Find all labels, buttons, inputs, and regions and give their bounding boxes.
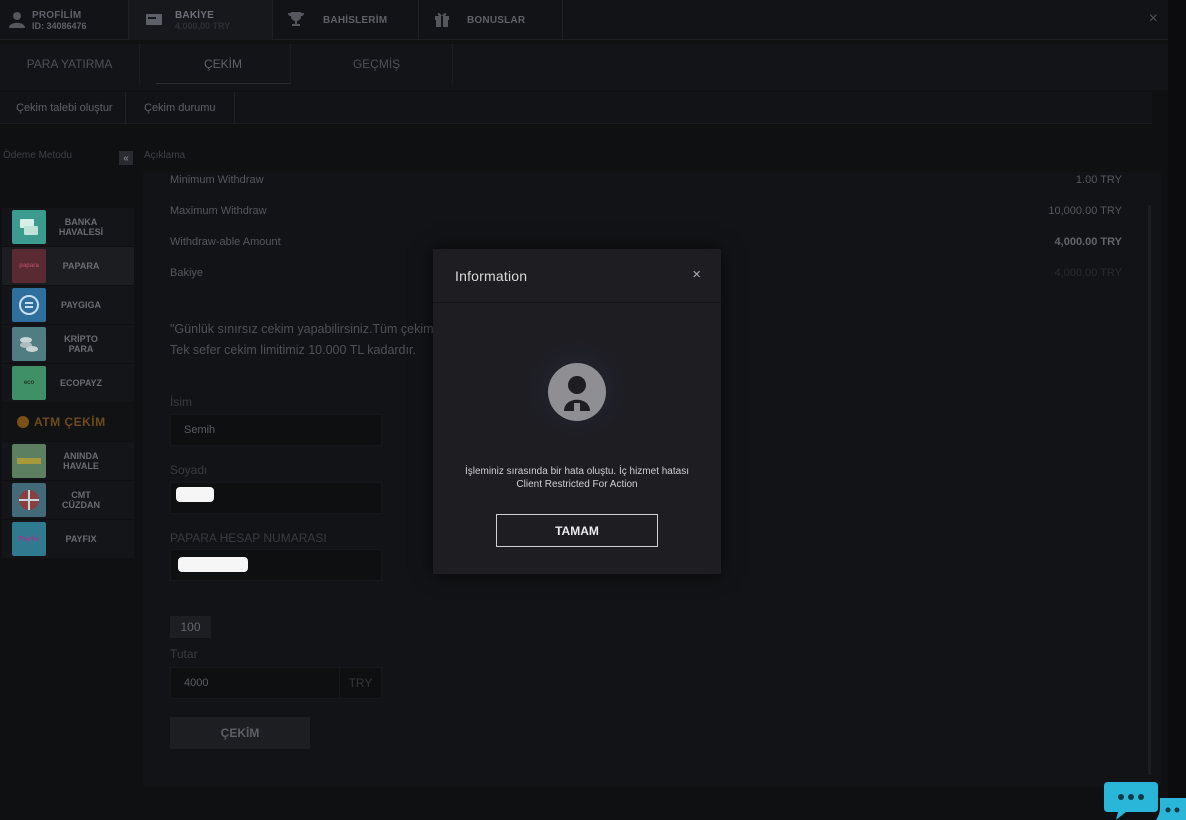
close-icon[interactable]: × <box>692 266 701 283</box>
limit-note: "Günlük sınırsız cekim yapabilirsiniz.Tü… <box>170 319 440 361</box>
coins-icon <box>20 337 38 352</box>
ok-button[interactable]: TAMAM <box>496 514 658 547</box>
close-icon[interactable]: × <box>1149 10 1158 28</box>
globe-icon <box>19 490 39 510</box>
method-label: CMT CÜZDAN <box>62 490 100 510</box>
max-withdraw-row: Maximum Withdraw 10,000.00 TRY <box>170 205 1122 217</box>
tab-balance[interactable]: BAKİYE 4.000,00 TRY <box>129 0 273 40</box>
amount-label: Tutar <box>170 647 198 661</box>
alert-avatar-icon <box>548 363 606 421</box>
gift-icon <box>435 12 449 27</box>
min-withdraw-value: 1.00 TRY <box>1075 174 1122 186</box>
balance-value: 4.000,00 TRY <box>175 20 231 31</box>
method-instant-transfer[interactable]: ANINDA HAVALE <box>2 442 134 481</box>
right-edge <box>1168 0 1186 820</box>
payment-method-list: BANKA HAVALESİ papara PAPARA PAYGIGA KRİ… <box>2 208 134 559</box>
min-withdraw-row: Minimum Withdraw 1.00 TRY <box>170 174 1122 186</box>
name-label: İsim <box>170 395 192 409</box>
tab-bets[interactable]: BAHİSLERİM <box>273 0 419 40</box>
wallet-icon <box>146 14 162 25</box>
crypto-logo <box>12 327 46 361</box>
bank-transfer-logo <box>12 210 46 244</box>
account-number-label: PAPARA HESAP NUMARASI <box>170 531 327 545</box>
tab-history[interactable]: GEÇMİŞ <box>301 44 453 84</box>
tab-deposit[interactable]: PARA YATIRMA <box>0 44 140 84</box>
user-icon <box>9 12 25 28</box>
ecopayz-logo: eco <box>12 366 46 400</box>
description-header: Açıklama <box>144 150 186 161</box>
limit-note-line-2: Tek sefer cekim limitimiz 10.000 TL kada… <box>170 343 416 357</box>
trophy-icon <box>288 12 304 26</box>
min-withdraw-label: Minimum Withdraw <box>170 174 264 186</box>
method-atm[interactable]: ATM ÇEKİM <box>2 403 134 442</box>
tab-bonuses-label: BONUSLAR <box>467 14 526 26</box>
cmt-wallet-logo <box>12 483 46 517</box>
method-cmt-wallet[interactable]: CMT CÜZDAN <box>2 481 134 520</box>
tab-withdraw[interactable]: ÇEKİM <box>156 44 291 84</box>
money-transfer-icon <box>20 219 38 235</box>
user-id: ID: 34086476 <box>32 20 87 31</box>
method-label: ATM ÇEKİM <box>34 415 106 429</box>
withdraw-button[interactable]: ÇEKİM <box>170 717 310 749</box>
withdraw-subtabs: Çekim talebi oluştur Çekim durumu <box>0 92 1152 124</box>
tab-bets-label: BAHİSLERİM <box>323 14 388 26</box>
withdraw-tabs: PARA YATIRMA ÇEKİM GEÇMİŞ <box>0 44 1168 90</box>
tab-request-status[interactable]: Çekim durumu <box>126 92 235 124</box>
tab-balance-label: BAKİYE <box>175 9 214 21</box>
method-ecopayz[interactable]: eco ECOPAYZ <box>2 364 134 403</box>
instant-transfer-icon <box>17 458 41 464</box>
dialog-message: İşleminiz sırasında bir hata oluştu. İç … <box>465 466 689 490</box>
withdrawable-value: 4,000.00 TRY <box>1054 236 1122 248</box>
max-withdraw-label: Maximum Withdraw <box>170 205 267 217</box>
atm-coin-icon <box>17 416 29 428</box>
payment-method-header: Ödeme Metodu <box>3 150 72 161</box>
name-field[interactable]: Semih <box>170 414 382 446</box>
limit-note-line-1: "Günlük sınırsız cekim yapabilirsiniz.Tü… <box>170 322 434 336</box>
quick-amount-chip[interactable]: 100 <box>170 616 211 638</box>
top-nav: PROFİLİM ID: 34086476 BAKİYE 4.000,00 TR… <box>0 0 1168 40</box>
method-payfix[interactable]: Payfix PAYFIX <box>2 520 134 559</box>
method-label: PAYGIGA <box>60 300 101 310</box>
redaction-mark <box>178 557 248 572</box>
method-crypto[interactable]: KRİPTO PARA <box>2 325 134 364</box>
scrollbar[interactable] <box>1148 205 1151 775</box>
tab-create-request[interactable]: Çekim talebi oluştur <box>0 92 126 124</box>
instant-transfer-logo <box>12 444 46 478</box>
balance-amount: 4,000.00 TRY <box>1054 267 1122 279</box>
papara-logo: papara <box>12 249 46 283</box>
paygiga-icon <box>19 295 39 315</box>
dialog-header: Information <box>433 249 721 303</box>
withdrawable-label: Withdraw-able Amount <box>170 236 281 248</box>
dialog-title: Information <box>455 267 528 284</box>
surname-label: Soyadı <box>170 463 208 477</box>
paygiga-logo <box>12 288 46 322</box>
balance-label: Bakiye <box>170 267 204 279</box>
amount-value[interactable]: 4000 <box>171 668 339 698</box>
method-paygiga[interactable]: PAYGIGA <box>2 286 134 325</box>
information-dialog: Information × İşleminiz sırasında bir ha… <box>433 249 721 574</box>
tab-bonuses[interactable]: BONUSLAR <box>419 0 563 40</box>
method-label: PAYFIX <box>65 534 97 544</box>
method-bank-transfer[interactable]: BANKA HAVALESİ <box>2 208 134 247</box>
method-label: KRİPTO PARA <box>64 334 98 354</box>
collapse-button[interactable]: « <box>119 151 133 165</box>
max-withdraw-value: 10,000.00 TRY <box>1048 205 1122 217</box>
chat-bubble-icon[interactable] <box>1104 778 1186 820</box>
payfix-logo: Payfix <box>12 522 46 556</box>
method-papara[interactable]: papara PAPARA <box>2 247 134 286</box>
amount-field[interactable]: 4000 TRY <box>170 667 382 699</box>
withdrawable-row: Withdraw-able Amount 4,000.00 TRY <box>170 236 1122 248</box>
tab-profile[interactable]: PROFİLİM ID: 34086476 <box>0 0 129 40</box>
redaction-mark <box>176 487 214 502</box>
method-label: PAPARA <box>62 261 100 271</box>
method-label: ANINDA HAVALE <box>63 451 99 471</box>
amount-currency: TRY <box>339 668 381 698</box>
tab-profile-label: PROFİLİM <box>32 9 82 21</box>
method-label: ECOPAYZ <box>59 378 102 388</box>
method-label: BANKA HAVALESİ <box>58 217 104 237</box>
